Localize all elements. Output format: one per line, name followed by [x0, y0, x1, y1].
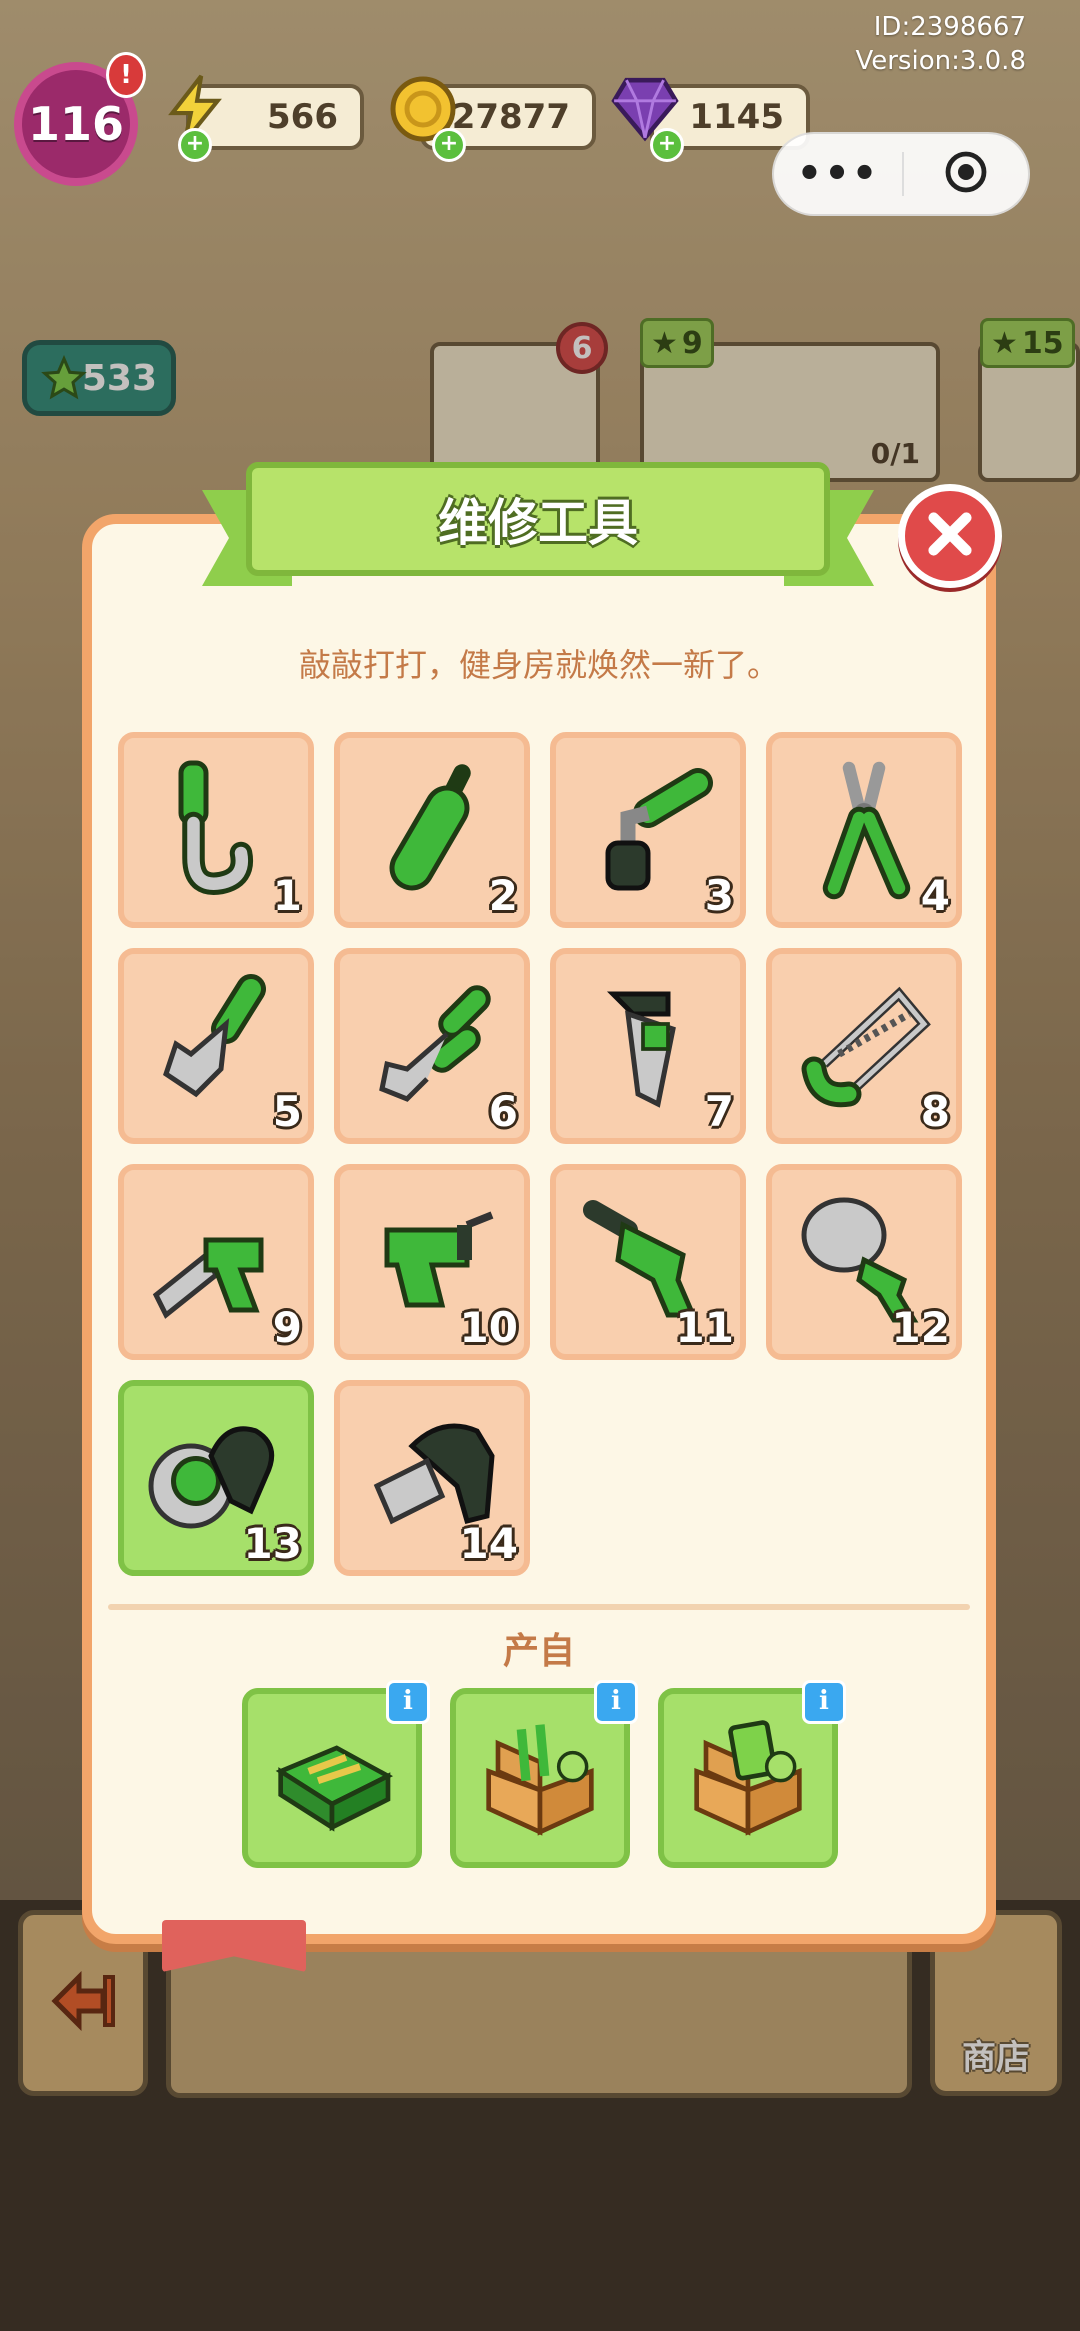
tool-number: 5 [272, 1087, 302, 1136]
card-crate-icon [678, 1706, 818, 1850]
tool-tile-7[interactable]: 7 [550, 948, 746, 1144]
tool-number: 6 [488, 1087, 518, 1136]
tool-number: 9 [272, 1303, 302, 1352]
energy-value: 566 [267, 97, 338, 137]
user-id: ID:2398667 [873, 12, 1026, 42]
saw-drill-icon [141, 1185, 291, 1339]
coin-value: 27877 [451, 97, 570, 137]
mini-program-capsule: ••• [772, 132, 1030, 216]
info-button[interactable]: i [802, 1680, 846, 1724]
close-icon [922, 506, 978, 566]
tool-number: 3 [704, 871, 734, 920]
tool-tile-8[interactable]: 8 [766, 948, 962, 1144]
tool-number: 11 [675, 1303, 734, 1352]
adjustable-wrench-icon [141, 969, 291, 1123]
section-divider [108, 1604, 970, 1610]
add-coins-button[interactable]: + [432, 128, 466, 162]
tool-tile-14[interactable]: 14 [334, 1380, 530, 1576]
pipe-wrench-icon [573, 969, 723, 1123]
socket-wrench-icon [573, 753, 723, 907]
target-icon [942, 148, 990, 200]
toolbox-icon [262, 1706, 402, 1850]
hook-tool-icon [141, 753, 291, 907]
pliers-icon [789, 753, 939, 907]
source-card-crate[interactable]: i [658, 1680, 846, 1868]
tool-number: 7 [704, 1087, 734, 1136]
tool-number: 8 [920, 1087, 950, 1136]
tool-number: 10 [459, 1303, 518, 1352]
tool-tile-3[interactable]: 3 [550, 732, 746, 928]
tool-tile-2[interactable]: 2 [334, 732, 530, 928]
level-alert-badge: ! [106, 52, 146, 98]
tool-tile-4[interactable]: 4 [766, 732, 962, 928]
source-list: i i i [242, 1680, 846, 1868]
tool-tile-6[interactable]: 6 [334, 948, 530, 1144]
level-number: 116 [27, 97, 125, 151]
tool-tile-9[interactable]: 9 [118, 1164, 314, 1360]
tool-tile-10[interactable]: 10 [334, 1164, 530, 1360]
tool-number: 2 [488, 871, 518, 920]
close-program-button[interactable] [904, 148, 1028, 200]
tool-tile-12[interactable]: 12 [766, 1164, 962, 1360]
screwdriver-icon [357, 753, 507, 907]
info-button[interactable]: i [594, 1680, 638, 1724]
info-button[interactable]: i [386, 1680, 430, 1724]
build-info: ID:2398667 Version:3.0.8 [855, 10, 1026, 78]
tool-number: 12 [891, 1303, 950, 1352]
tool-number: 14 [459, 1519, 518, 1568]
tool-number: 4 [920, 871, 950, 920]
source-tool-crate[interactable]: i [450, 1680, 638, 1868]
long-wrench-icon [357, 969, 507, 1123]
tool-number: 1 [272, 871, 302, 920]
dialog-title: 维修工具 [438, 494, 638, 552]
dialog-description: 敲敲打打，健身房就焕然一新了。 [298, 646, 779, 684]
tool-tile-11[interactable]: 11 [550, 1164, 746, 1360]
more-menu-button[interactable]: ••• [774, 151, 902, 197]
add-gems-button[interactable]: + [650, 128, 684, 162]
dialog-title-banner: 维修工具 [246, 462, 830, 576]
gem-value: 1145 [689, 97, 784, 137]
tool-number: 13 [243, 1519, 302, 1568]
tool-tile-13[interactable]: 13 [118, 1380, 314, 1576]
source-toolbox[interactable]: i [242, 1680, 430, 1868]
tool-grid: 1 2 3 4 5 6 7 8 9 10 11 12 13 14 [118, 732, 964, 1576]
tool-crate-icon [470, 1706, 610, 1850]
add-energy-button[interactable]: + [178, 128, 212, 162]
hacksaw-icon [789, 969, 939, 1123]
close-button[interactable] [898, 484, 1002, 588]
tool-tile-5[interactable]: 5 [118, 948, 314, 1144]
source-heading: 产自 [502, 1631, 575, 1672]
version: Version:3.0.8 [855, 46, 1026, 76]
tool-tile-1[interactable]: 1 [118, 732, 314, 928]
